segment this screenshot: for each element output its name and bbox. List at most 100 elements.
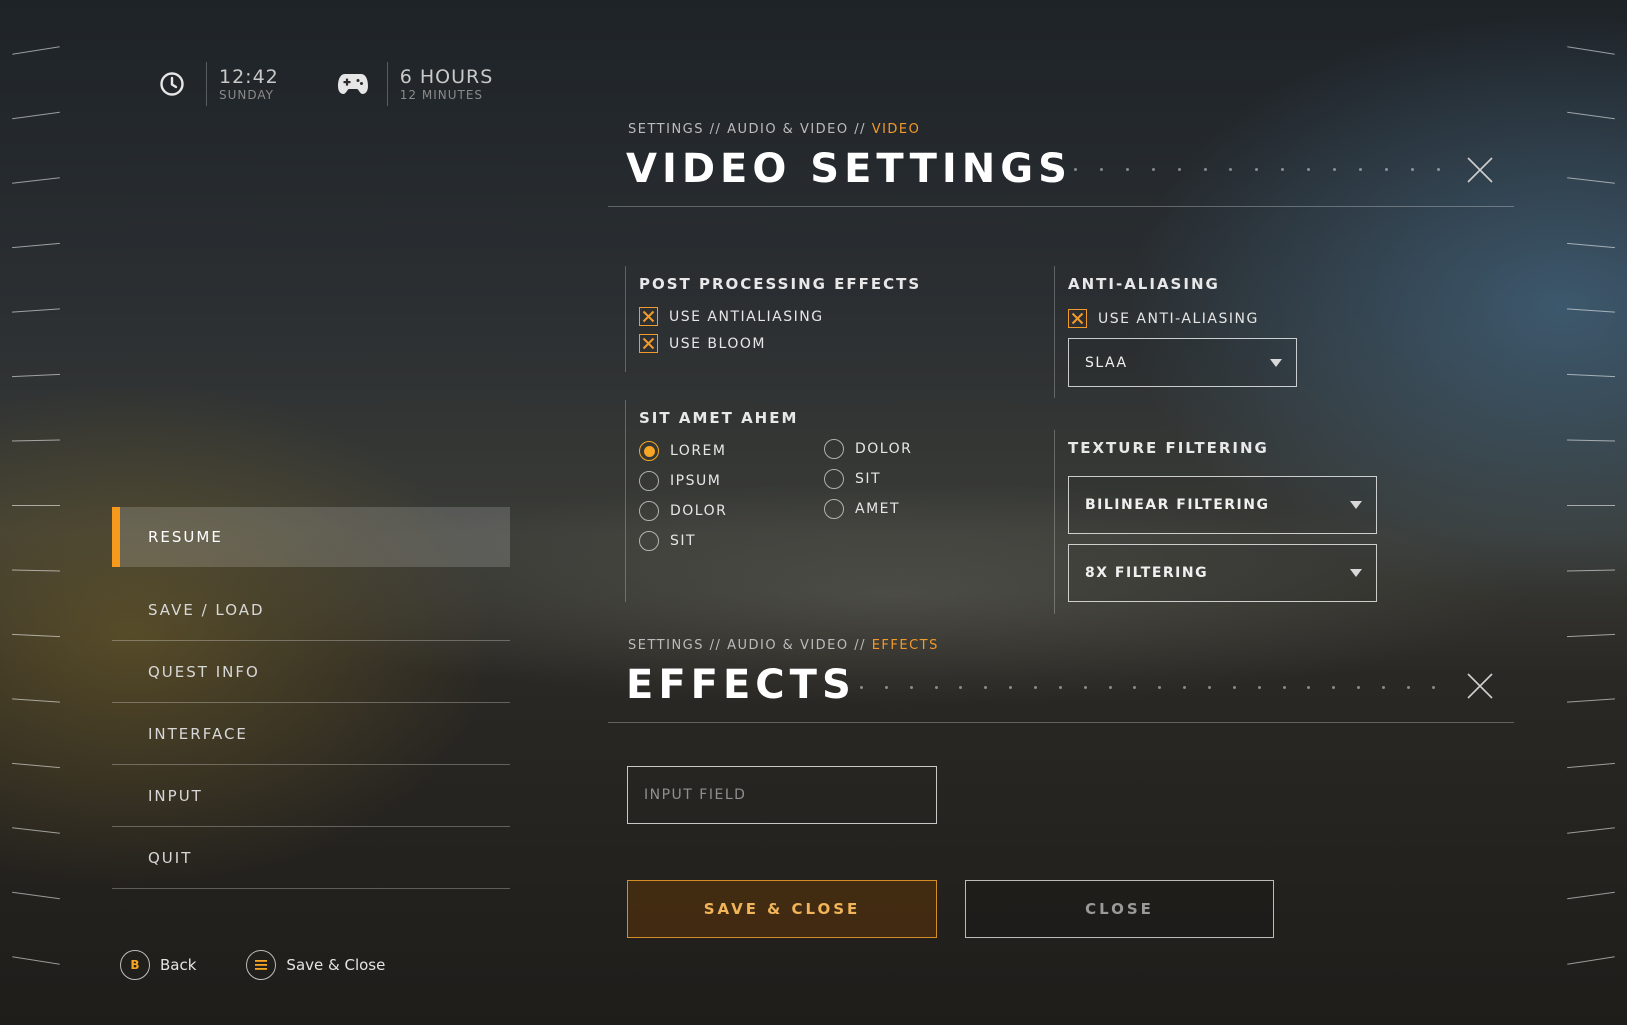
crumb-audio-video[interactable]: AUDIO & VIDEO xyxy=(727,122,849,137)
edge-tick xyxy=(1566,439,1616,442)
menu-item-resume[interactable]: RESUME xyxy=(112,507,510,567)
edge-tick xyxy=(12,827,60,834)
edge-tick xyxy=(12,373,60,378)
radio-columns: LOREM IPSUM DOLOR SIT DOLOR SIT AMET xyxy=(639,436,1025,556)
title-dots xyxy=(1048,168,1440,172)
radio-option[interactable]: DOLOR xyxy=(824,434,1024,464)
panel-divider xyxy=(608,206,1514,207)
crumb-current: VIDEO xyxy=(871,122,921,137)
anti-aliasing-label: USE ANTI-ALIASING xyxy=(1098,310,1259,327)
radio-option[interactable]: IPSUM xyxy=(639,466,824,496)
edge-tick xyxy=(1567,891,1615,900)
menu-item-quest-info[interactable]: QUEST INFO xyxy=(112,641,510,703)
edge-tick xyxy=(12,505,60,506)
status-divider xyxy=(386,62,388,106)
edge-tick xyxy=(12,308,60,313)
edge-tick xyxy=(1567,177,1615,184)
antialiasing-label: USE ANTIALIASING xyxy=(669,308,824,325)
b-button-icon: B xyxy=(120,950,150,980)
menu-lines-icon xyxy=(246,950,277,980)
filter-level-dropdown[interactable]: 8X FILTERING xyxy=(1068,544,1377,602)
playtime-block: 6 HOURS 12 MINUTES xyxy=(400,66,494,102)
radio-label: LOREM xyxy=(670,443,727,459)
filter-type-dropdown[interactable]: BILINEAR FILTERING xyxy=(1068,476,1377,534)
save-close-hint-label: Save & Close xyxy=(286,956,386,974)
radio-option[interactable]: SIT xyxy=(824,464,1024,494)
menu-item-interface[interactable]: INTERFACE xyxy=(112,703,510,765)
edge-tick xyxy=(12,111,60,120)
radio-empty-icon[interactable] xyxy=(824,469,844,489)
radio-label: AMET xyxy=(855,501,901,517)
anti-aliasing-dropdown[interactable]: SLAA xyxy=(1068,338,1297,387)
checkbox-checked-icon[interactable] xyxy=(1068,309,1087,328)
time-text: 12:42 xyxy=(219,66,279,88)
crumb-settings[interactable]: SETTINGS xyxy=(628,122,704,137)
edge-tick xyxy=(12,956,60,965)
gamepad-icon xyxy=(331,62,375,106)
edge-tick xyxy=(12,46,60,55)
menu-item-save-load[interactable]: SAVE / LOAD xyxy=(112,579,510,641)
edge-tick xyxy=(12,762,60,769)
save-close-button[interactable]: SAVE & CLOSE xyxy=(627,880,937,938)
left-edge-ticks xyxy=(0,0,70,1025)
back-hint[interactable]: B Back xyxy=(120,950,196,980)
menu-item-input[interactable]: INPUT xyxy=(112,765,510,827)
status-divider xyxy=(206,62,207,106)
edge-tick xyxy=(1567,505,1615,506)
anti-aliasing-checkbox-row[interactable]: USE ANTI-ALIASING xyxy=(1068,305,1434,332)
radio-empty-icon[interactable] xyxy=(639,501,659,521)
antialiasing-checkbox-row[interactable]: USE ANTIALIASING xyxy=(639,303,1025,330)
edge-tick xyxy=(1567,242,1615,249)
effects-title: EFFECTS xyxy=(626,662,856,708)
crumb-current: EFFECTS xyxy=(871,638,939,653)
playtime-minutes: 12 MINUTES xyxy=(399,88,484,102)
radio-option[interactable]: AMET xyxy=(824,494,1024,524)
radio-label: DOLOR xyxy=(855,441,913,457)
crumb-separator: // xyxy=(854,122,872,137)
close-icon[interactable] xyxy=(1466,672,1494,700)
chevron-down-icon xyxy=(1350,569,1362,577)
edge-tick xyxy=(1567,762,1615,769)
clock-icon xyxy=(150,62,194,106)
edge-tick xyxy=(11,569,61,572)
chevron-down-icon xyxy=(1350,501,1362,509)
radio-selected-icon[interactable] xyxy=(639,441,659,461)
radio-option[interactable]: LOREM xyxy=(639,436,824,466)
right-edge-ticks xyxy=(1557,0,1627,1025)
bloom-checkbox-row[interactable]: USE BLOOM xyxy=(639,330,1025,357)
radio-empty-icon[interactable] xyxy=(824,499,844,519)
edge-tick xyxy=(1567,956,1615,965)
close-button[interactable]: CLOSE xyxy=(965,880,1274,938)
title-dots xyxy=(860,686,1435,690)
crumb-settings[interactable]: SETTINGS xyxy=(628,638,704,653)
effects-input-field[interactable]: INPUT FIELD xyxy=(627,766,937,824)
edge-tick xyxy=(12,698,60,703)
edge-tick xyxy=(12,242,60,249)
dropdown-value: BILINEAR FILTERING xyxy=(1085,497,1270,513)
radio-option[interactable]: SIT xyxy=(639,526,824,556)
radio-empty-icon[interactable] xyxy=(639,471,659,491)
checkbox-checked-icon[interactable] xyxy=(639,307,658,326)
edge-tick xyxy=(1567,46,1615,55)
save-close-hint[interactable]: Save & Close xyxy=(246,950,385,980)
edge-tick xyxy=(12,177,60,184)
edge-tick xyxy=(1566,569,1616,572)
checkbox-checked-icon[interactable] xyxy=(639,334,658,353)
crumb-audio-video[interactable]: AUDIO & VIDEO xyxy=(727,638,849,653)
edge-tick xyxy=(1567,373,1615,378)
radio-label: SIT xyxy=(855,471,882,487)
playtime-group: 6 HOURS 12 MINUTES xyxy=(331,62,494,106)
radio-section: SIT AMET AHEM LOREM IPSUM DOLOR SIT DOLO… xyxy=(625,400,1025,602)
radio-option[interactable]: DOLOR xyxy=(639,496,824,526)
menu-item-quit[interactable]: QUIT xyxy=(112,827,510,889)
back-hint-label: Back xyxy=(160,956,197,974)
chevron-down-icon xyxy=(1270,358,1282,367)
close-icon[interactable] xyxy=(1466,156,1494,184)
radio-column-1: LOREM IPSUM DOLOR SIT xyxy=(639,436,824,556)
anti-aliasing-title: ANTI-ALIASING xyxy=(1068,275,1220,293)
radio-empty-icon[interactable] xyxy=(639,531,659,551)
edge-tick xyxy=(1567,633,1615,638)
radio-column-2: DOLOR SIT AMET xyxy=(824,434,1024,556)
radio-empty-icon[interactable] xyxy=(824,439,844,459)
radio-label: SIT xyxy=(670,533,697,549)
